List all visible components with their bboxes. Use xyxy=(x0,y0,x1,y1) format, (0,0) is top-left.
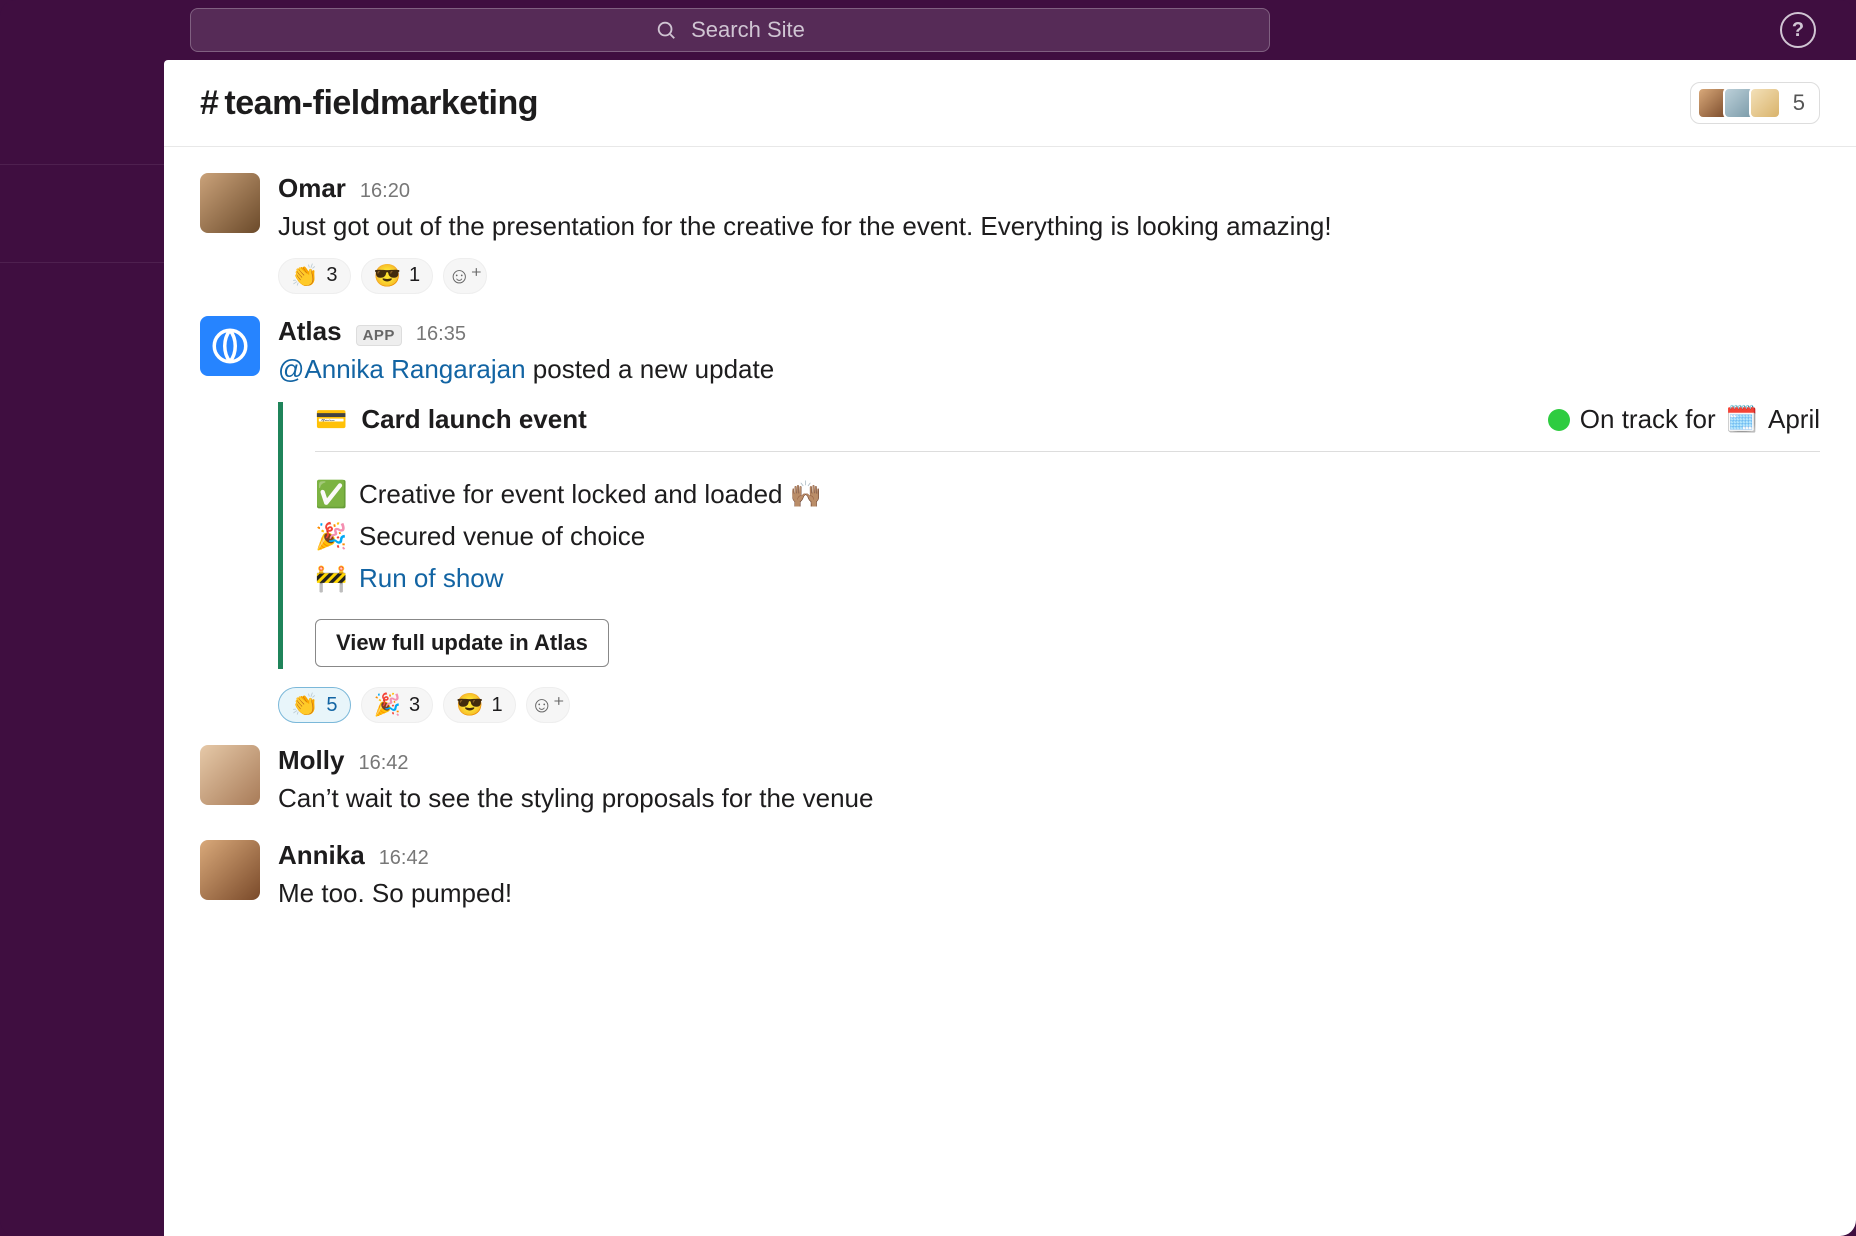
reaction[interactable]: 😎 1 xyxy=(361,258,434,294)
message-author[interactable]: Atlas xyxy=(278,316,342,347)
help-icon: ? xyxy=(1792,19,1804,42)
members-button[interactable]: 5 xyxy=(1690,82,1820,124)
avatar xyxy=(1749,87,1781,119)
message-time: 16:42 xyxy=(358,752,408,775)
reaction[interactable]: 👏 3 xyxy=(278,258,351,294)
message-time: 16:35 xyxy=(416,323,466,346)
attachment-item-text: Creative for event locked and loaded xyxy=(359,479,790,509)
attachment-item-link[interactable]: Run of show xyxy=(359,558,504,600)
status-prefix: On track for xyxy=(1580,404,1716,435)
top-bar: Search Site ? xyxy=(0,0,1856,60)
status-dot-icon xyxy=(1548,409,1570,431)
calendar-icon: 🗓️ xyxy=(1726,404,1758,435)
help-button[interactable]: ? xyxy=(1780,12,1816,48)
message-text: Can’t wait to see the styling proposals … xyxy=(278,780,1820,818)
app-frame: Search Site ? #team-fieldmarketing xyxy=(0,0,1856,1236)
sunglasses-icon: 😎 xyxy=(374,263,401,289)
hands-icon: 🙌🏽 xyxy=(790,479,822,509)
avatar[interactable] xyxy=(200,173,260,233)
reaction-count: 1 xyxy=(409,264,420,287)
hash-icon: # xyxy=(200,84,218,122)
attachment: 💳 Card launch event On track for 🗓️ Apri… xyxy=(278,402,1820,669)
members-avatars xyxy=(1697,87,1781,119)
construction-icon: 🚧 xyxy=(315,558,345,600)
sidebar-item[interactable] xyxy=(0,164,164,262)
search-icon xyxy=(655,19,677,41)
attachment-item-text: Secured venue of choice xyxy=(359,516,645,558)
attachment-title-text: Card launch event xyxy=(361,404,586,435)
sidebar-item[interactable] xyxy=(0,66,164,164)
attachment-header: 💳 Card launch event On track for 🗓️ Apri… xyxy=(315,404,1820,452)
party-icon: 🎉 xyxy=(374,692,401,718)
status-suffix: April xyxy=(1768,404,1820,435)
message-time: 16:20 xyxy=(360,180,410,203)
sidebar-item[interactable] xyxy=(0,262,164,360)
search-placeholder: Search Site xyxy=(691,17,805,43)
message-author[interactable]: Omar xyxy=(278,173,346,204)
party-icon: 🎉 xyxy=(315,516,345,558)
message-author[interactable]: Annika xyxy=(278,840,365,871)
reactions: 👏 5 🎉 3 😎 1 xyxy=(278,687,1820,723)
search-input[interactable]: Search Site xyxy=(190,8,1270,52)
attachment-status: On track for 🗓️ April xyxy=(1548,404,1820,435)
reaction-count: 1 xyxy=(491,694,502,717)
sidebar xyxy=(0,60,164,1236)
attachment-item: 🚧 Run of show xyxy=(315,558,1820,600)
card-icon: 💳 xyxy=(315,404,347,435)
attachment-title[interactable]: 💳 Card launch event xyxy=(315,404,587,435)
message-body: Annika 16:42 Me too. So pumped! xyxy=(278,840,1820,913)
message-body: Molly 16:42 Can’t wait to see the stylin… xyxy=(278,745,1820,818)
clap-icon: 👏 xyxy=(291,692,318,718)
reaction[interactable]: 👏 5 xyxy=(278,687,351,723)
smile-plus-icon: ☺︎⁺ xyxy=(448,263,482,289)
message: Molly 16:42 Can’t wait to see the stylin… xyxy=(200,729,1820,824)
attachment-items: ✅ Creative for event locked and loaded 🙌… xyxy=(315,474,1820,599)
clap-icon: 👏 xyxy=(291,263,318,289)
reactions: 👏 3 😎 1 ☺︎⁺ xyxy=(278,258,1820,294)
body: #team-fieldmarketing 5 xyxy=(0,60,1856,1236)
message: Omar 16:20 Just got out of the presentat… xyxy=(200,157,1820,300)
reaction-count: 5 xyxy=(326,694,337,717)
attachment-item: 🎉 Secured venue of choice xyxy=(315,516,1820,558)
message-body: Omar 16:20 Just got out of the presentat… xyxy=(278,173,1820,294)
channel-title[interactable]: #team-fieldmarketing xyxy=(200,84,538,123)
message-text: @Annika Rangarajan posted a new update xyxy=(278,351,1820,389)
reaction[interactable]: 😎 1 xyxy=(443,687,516,723)
message-list[interactable]: Omar 16:20 Just got out of the presentat… xyxy=(164,147,1856,1236)
attachment-item: ✅ Creative for event locked and loaded 🙌… xyxy=(315,474,1820,516)
message-text: Just got out of the presentation for the… xyxy=(278,208,1820,246)
channel-header: #team-fieldmarketing 5 xyxy=(164,60,1856,147)
check-icon: ✅ xyxy=(315,474,345,516)
message: Atlas APP 16:35 @Annika Rangarajan poste… xyxy=(200,300,1820,729)
reaction-count: 3 xyxy=(409,694,420,717)
message-body: Atlas APP 16:35 @Annika Rangarajan poste… xyxy=(278,316,1820,723)
members-count: 5 xyxy=(1793,90,1805,116)
avatar[interactable] xyxy=(200,745,260,805)
add-reaction-button[interactable]: ☺︎⁺ xyxy=(443,258,487,294)
message: Annika 16:42 Me too. So pumped! xyxy=(200,824,1820,919)
message-time: 16:42 xyxy=(379,847,429,870)
sunglasses-icon: 😎 xyxy=(456,692,483,718)
user-mention[interactable]: @Annika Rangarajan xyxy=(278,354,526,384)
message-text: Me too. So pumped! xyxy=(278,875,1820,913)
view-update-button[interactable]: View full update in Atlas xyxy=(315,619,609,667)
main-panel: #team-fieldmarketing 5 xyxy=(164,60,1856,1236)
avatar[interactable] xyxy=(200,316,260,376)
add-reaction-button[interactable]: ☺︎⁺ xyxy=(526,687,570,723)
smile-plus-icon: ☺︎⁺ xyxy=(531,692,565,718)
channel-name: team-fieldmarketing xyxy=(224,84,538,122)
reaction[interactable]: 🎉 3 xyxy=(361,687,434,723)
message-text-tail: posted a new update xyxy=(526,354,775,384)
message-author[interactable]: Molly xyxy=(278,745,344,776)
reaction-count: 3 xyxy=(326,264,337,287)
avatar[interactable] xyxy=(200,840,260,900)
atlas-icon xyxy=(209,325,251,367)
app-badge: APP xyxy=(356,325,402,346)
